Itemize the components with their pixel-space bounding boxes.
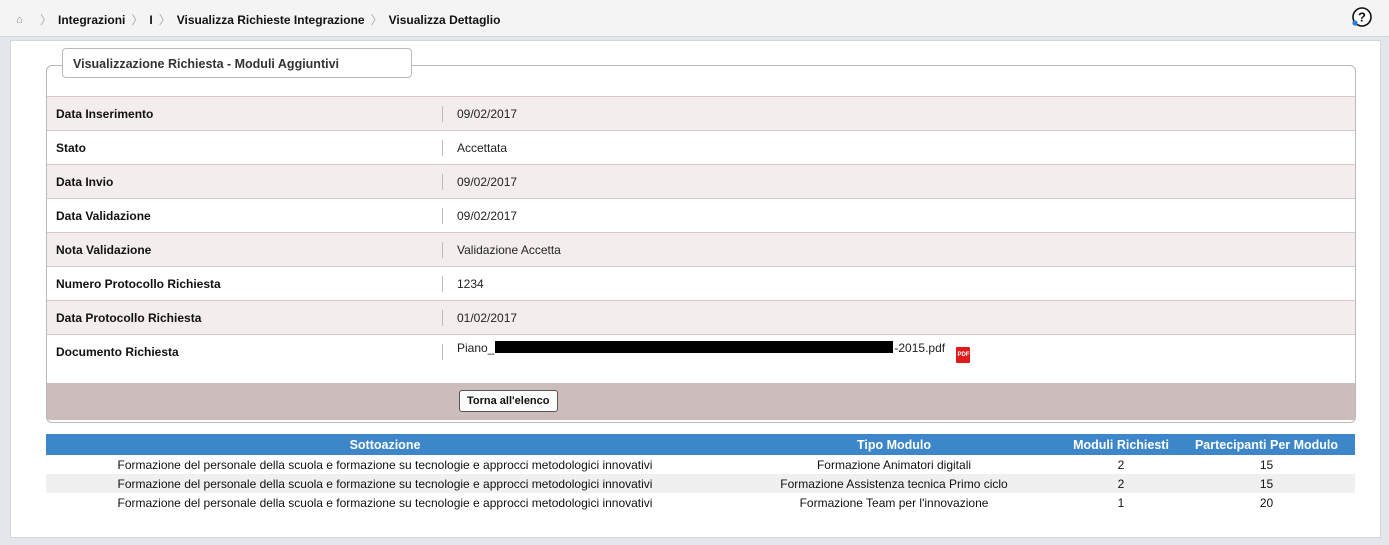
table-row[interactable]: Formazione del personale della scuola e … bbox=[46, 455, 1355, 474]
detail-label: Nota Validazione bbox=[56, 242, 152, 257]
table-header-row: Sottoazione Tipo Modulo Moduli Richiesti… bbox=[46, 434, 1355, 455]
detail-label: Data Invio bbox=[56, 174, 114, 189]
pdf-icon[interactable]: PDF bbox=[956, 346, 971, 363]
table-row[interactable]: Formazione del personale della scuola e … bbox=[46, 493, 1355, 512]
svg-text:?: ? bbox=[1358, 10, 1366, 25]
table-row[interactable]: Formazione del personale della scuola e … bbox=[46, 474, 1355, 493]
modules-table: Sottoazione Tipo Modulo Moduli Richiesti… bbox=[46, 434, 1355, 512]
button-bar: Torna all'elenco bbox=[47, 383, 1355, 420]
column-header-moduli-richiesti[interactable]: Moduli Richiesti bbox=[1064, 434, 1178, 455]
column-header-tipo-modulo[interactable]: Tipo Modulo bbox=[724, 434, 1064, 455]
main-panel: Visualizzazione Richiesta - Moduli Aggiu… bbox=[10, 40, 1381, 538]
home-icon[interactable]: ⌂ bbox=[16, 14, 28, 26]
detail-label: Stato bbox=[56, 140, 86, 155]
detail-value: Validazione Accetta bbox=[442, 233, 1355, 267]
detail-value: Accettata bbox=[442, 131, 1355, 165]
back-to-list-button[interactable]: Torna all'elenco bbox=[459, 390, 558, 412]
document-name-prefix[interactable]: Piano_ bbox=[457, 341, 494, 355]
cell-sottoazione: Formazione del personale della scuola e … bbox=[46, 493, 724, 512]
breadcrumb-bar: ⌂ 〉 Integrazioni 〉 I 〉 Visualizza Richie… bbox=[0, 0, 1389, 37]
detail-value: 01/02/2017 bbox=[442, 301, 1355, 335]
detail-value: 09/02/2017 bbox=[442, 199, 1355, 233]
breadcrumb-separator: 〉 bbox=[370, 13, 383, 27]
detail-row-documento: Documento Richiesta Piano_ -2015.pdf PDF bbox=[47, 334, 1355, 369]
detail-value: 09/02/2017 bbox=[442, 165, 1355, 199]
detail-value: 09/02/2017 bbox=[442, 97, 1355, 131]
redacted-block bbox=[495, 340, 894, 353]
breadcrumb-current: Visualizza Dettaglio bbox=[388, 12, 501, 27]
breadcrumb-separator: 〉 bbox=[40, 13, 53, 27]
detail-label: Numero Protocollo Richiesta bbox=[56, 276, 221, 291]
help-icon[interactable]: ? bbox=[1351, 6, 1373, 28]
detail-label: Data Protocollo Richiesta bbox=[56, 310, 202, 325]
document-value: Piano_ -2015.pdf PDF bbox=[442, 335, 1355, 369]
cell-sottoazione: Formazione del personale della scuola e … bbox=[46, 474, 724, 493]
detail-row-data-validazione: Data Validazione 09/02/2017 bbox=[47, 198, 1355, 233]
cell-partecipanti: 20 bbox=[1178, 493, 1355, 512]
cell-tipo-modulo: Formazione Team per l'innovazione bbox=[724, 493, 1064, 512]
cell-partecipanti: 15 bbox=[1178, 474, 1355, 493]
detail-table: Data Inserimento 09/02/2017 Stato Accett… bbox=[47, 96, 1355, 369]
detail-row-data-invio: Data Invio 09/02/2017 bbox=[47, 164, 1355, 199]
detail-label: Data Inserimento bbox=[56, 106, 154, 121]
breadcrumb-separator: 〉 bbox=[131, 13, 144, 27]
fieldset-legend: Visualizzazione Richiesta - Moduli Aggiu… bbox=[62, 48, 412, 78]
detail-label: Documento Richiesta bbox=[56, 344, 179, 359]
breadcrumb-visualizza-richieste[interactable]: Visualizza Richieste Integrazione bbox=[177, 13, 365, 27]
detail-row-nota-validazione: Nota Validazione Validazione Accetta bbox=[47, 232, 1355, 267]
breadcrumb-integrazioni[interactable]: Integrazioni bbox=[58, 13, 125, 27]
detail-row-data-protocollo: Data Protocollo Richiesta 01/02/2017 bbox=[47, 300, 1355, 335]
breadcrumb-i[interactable]: I bbox=[149, 13, 152, 27]
cell-moduli-richiesti: 2 bbox=[1064, 474, 1178, 493]
detail-row-data-inserimento: Data Inserimento 09/02/2017 bbox=[47, 96, 1355, 131]
detail-label: Data Validazione bbox=[56, 208, 151, 223]
cell-tipo-modulo: Formazione Animatori digitali bbox=[724, 455, 1064, 474]
cell-partecipanti: 15 bbox=[1178, 455, 1355, 474]
cell-sottoazione: Formazione del personale della scuola e … bbox=[46, 455, 724, 474]
column-header-partecipanti[interactable]: Partecipanti Per Modulo bbox=[1178, 434, 1355, 455]
detail-value: 1234 bbox=[442, 267, 1355, 301]
breadcrumb-separator: 〉 bbox=[158, 13, 171, 27]
cell-tipo-modulo: Formazione Assistenza tecnica Primo cicl… bbox=[724, 474, 1064, 493]
breadcrumb: ⌂ 〉 Integrazioni 〉 I 〉 Visualizza Richie… bbox=[16, 11, 500, 28]
document-name-suffix[interactable]: -2015.pdf bbox=[894, 341, 945, 355]
detail-row-numero-protocollo: Numero Protocollo Richiesta 1234 bbox=[47, 266, 1355, 301]
cell-moduli-richiesti: 2 bbox=[1064, 455, 1178, 474]
cell-moduli-richiesti: 1 bbox=[1064, 493, 1178, 512]
detail-row-stato: Stato Accettata bbox=[47, 130, 1355, 165]
column-header-sottoazione[interactable]: Sottoazione bbox=[46, 434, 724, 455]
